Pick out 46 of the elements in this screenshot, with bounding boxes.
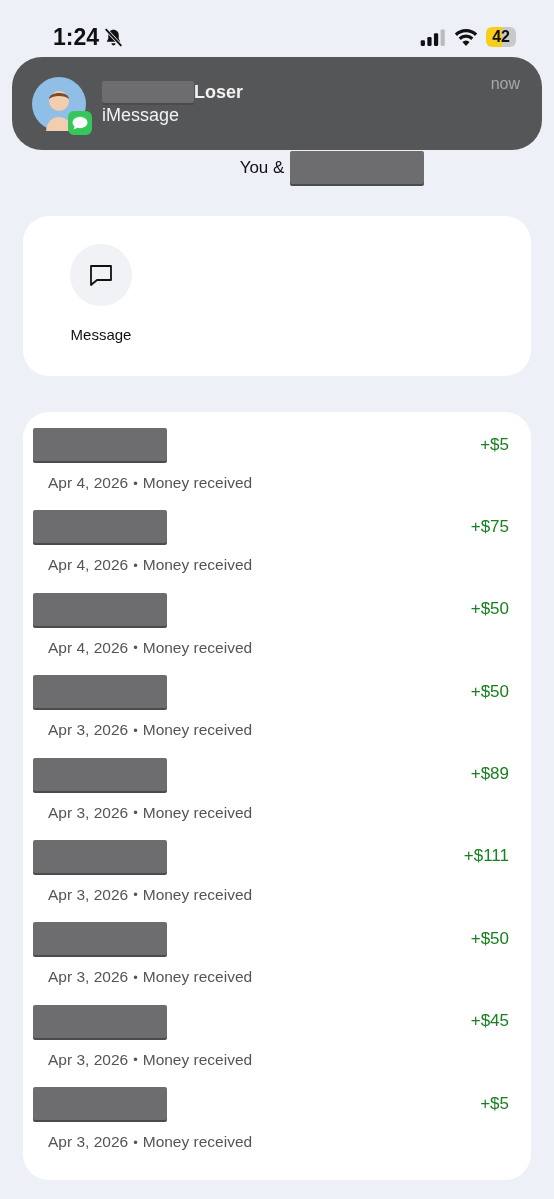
separator-dot: •	[133, 805, 138, 821]
conversation-title: You &	[239, 157, 285, 178]
transaction-type: Money received	[142, 474, 253, 492]
transaction-amount: +$5	[480, 434, 509, 455]
transaction-amount: +$50	[470, 599, 509, 620]
transaction-type: Money received	[142, 638, 253, 657]
separator-dot: •	[133, 1052, 138, 1068]
transaction-type: Money received	[142, 968, 253, 987]
notification-sender: Loser	[194, 81, 244, 103]
separator-dot: •	[133, 722, 138, 738]
separator-dot: •	[133, 887, 138, 903]
transaction-date: Apr 3, 2026	[48, 721, 129, 740]
separator-dot: •	[133, 1134, 138, 1150]
transaction-amount: +$5	[480, 1093, 509, 1114]
status-time: 1:24	[53, 23, 100, 51]
transaction-type: Money received	[142, 885, 253, 904]
transaction-date: Apr 3, 2026	[48, 803, 129, 822]
transaction-date: Apr 3, 2026	[48, 885, 129, 904]
transaction-amount: +$50	[470, 681, 509, 702]
transaction-type: Money received	[142, 556, 253, 575]
transaction-type: Money received	[142, 1133, 253, 1152]
transaction-date: Apr 4, 2026	[48, 474, 129, 492]
messages-app-icon	[68, 110, 92, 135]
action-label: Message	[70, 326, 132, 343]
transaction-amount: +$50	[470, 928, 509, 949]
separator-dot: •	[133, 969, 138, 985]
transaction-date: Apr 3, 2026	[48, 968, 129, 987]
signal-icon	[420, 28, 447, 46]
transaction-amount: +$89	[470, 764, 509, 785]
transaction-amount: +$45	[470, 1011, 509, 1032]
notification-time: now	[490, 75, 520, 93]
transaction-amount: +$111	[463, 846, 509, 867]
transaction-date: Apr 3, 2026	[48, 1050, 129, 1069]
separator-dot: •	[133, 557, 138, 573]
transaction-amount: +$75	[470, 516, 509, 537]
transaction-date: Apr 4, 2026	[48, 556, 129, 575]
transaction-type: Money received	[142, 1050, 253, 1069]
separator-dot: •	[133, 640, 138, 656]
separator-dot: •	[133, 475, 138, 491]
notification-banner[interactable]: Loser iMessage now	[12, 57, 542, 150]
transaction-type: Money received	[142, 721, 253, 740]
transaction-date: Apr 4, 2026	[48, 638, 129, 657]
notification-app: iMessage	[102, 105, 181, 126]
transaction-type: Money received	[142, 803, 253, 822]
transaction-date: Apr 3, 2026	[48, 1133, 129, 1152]
wifi-icon	[454, 28, 479, 46]
